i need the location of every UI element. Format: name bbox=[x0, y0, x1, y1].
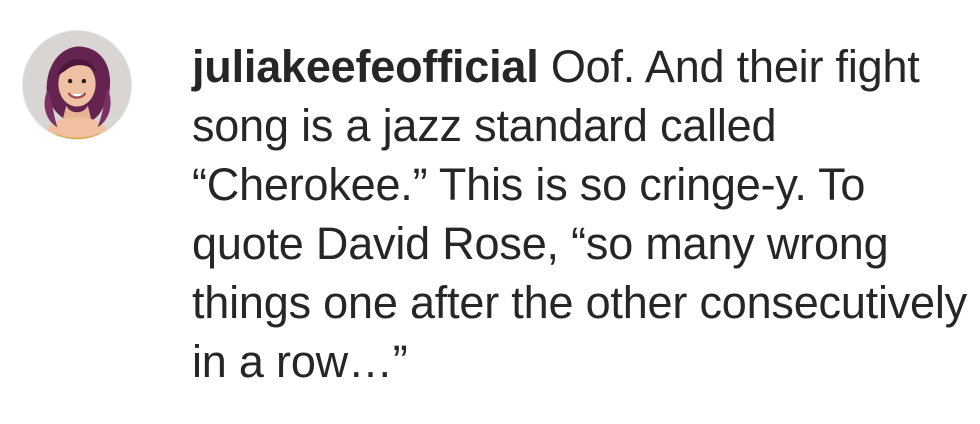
comment-body: juliakeefeofficial Oof. And their fight … bbox=[192, 37, 967, 391]
avatar-photo-icon bbox=[23, 31, 131, 139]
comment: juliakeefeofficial Oof. And their fight … bbox=[0, 0, 980, 424]
avatar[interactable] bbox=[22, 30, 132, 140]
comment-text: Oof. And their fight song is a jazz stan… bbox=[192, 41, 967, 387]
comment-username[interactable]: juliakeefeofficial bbox=[192, 41, 539, 92]
